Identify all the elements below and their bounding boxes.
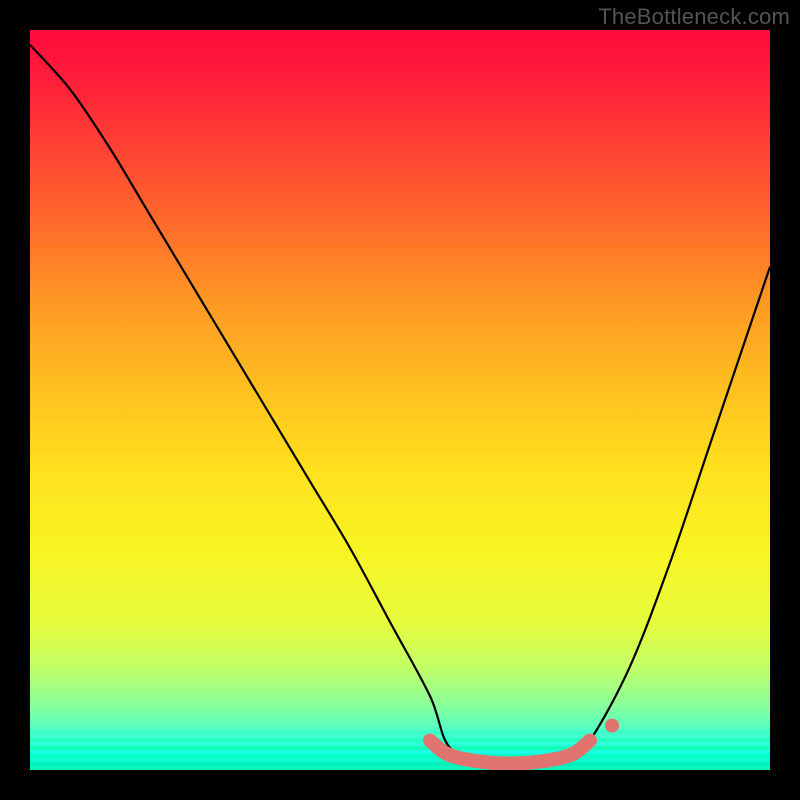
plot-area: [30, 30, 770, 770]
highlight-dot: [605, 719, 619, 733]
watermark-text: TheBottleneck.com: [598, 4, 790, 30]
bottleneck-curve: [30, 45, 770, 764]
bottleneck-curve-svg: [30, 30, 770, 770]
trough-highlight: [430, 740, 590, 763]
